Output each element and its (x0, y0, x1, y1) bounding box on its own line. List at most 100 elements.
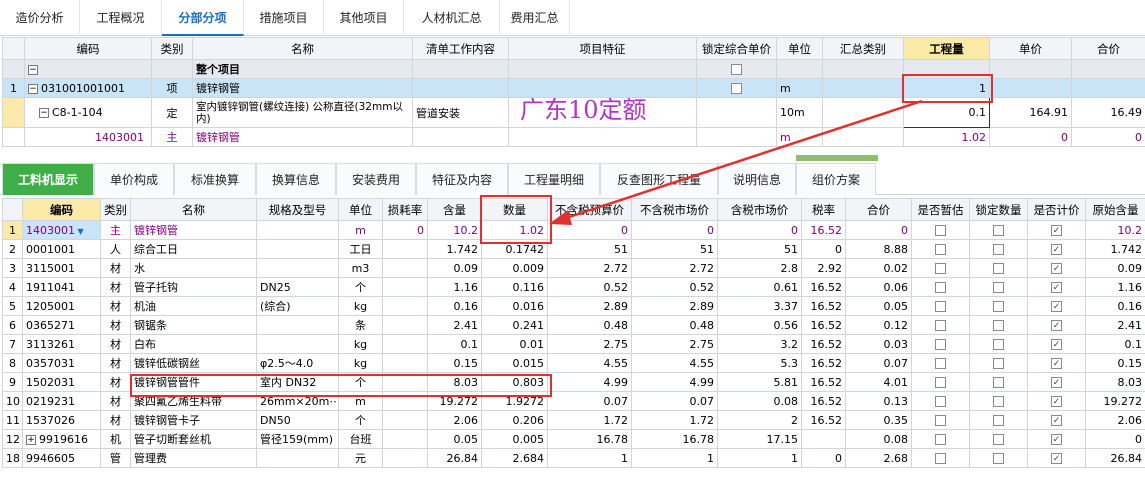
table-row[interactable]: 1403001 主 镀锌钢管 m 1.02 0 0 (2, 127, 1145, 147)
row-lock-quantity[interactable] (969, 429, 1028, 449)
checkbox[interactable] (993, 320, 1004, 331)
checked-checkbox[interactable]: ✓ (1051, 320, 1062, 331)
header-work-content[interactable]: 清单工作内容 (412, 37, 509, 60)
checkbox[interactable] (935, 453, 946, 464)
row-provisional[interactable] (911, 410, 970, 430)
row-content[interactable]: 8.03 (427, 372, 482, 392)
tab-description[interactable]: 说明信息 (718, 163, 796, 195)
checkbox[interactable] (993, 244, 1004, 255)
checkbox[interactable] (993, 282, 1004, 293)
header-quantity[interactable]: 工程量 (903, 37, 990, 60)
header-loss-rate[interactable]: 损耗率 (382, 198, 428, 221)
checkbox[interactable] (935, 225, 946, 236)
table-row[interactable]: 2 0001001 人综合工日 工日 1.742 0.1742 51 51 51 0 8.88 ✓ 1.… (2, 239, 1145, 259)
checked-checkbox[interactable]: ✓ (1051, 415, 1062, 426)
row-priced[interactable]: ✓ (1027, 391, 1086, 411)
tab-features-content[interactable]: 特征及内容 (416, 163, 508, 195)
table-row[interactable]: 1 1403001 ▼ 主镀锌钢管 m 0 10.2 1.02 0 0 0 16.52 0 ✓ 10.2 (2, 220, 1145, 240)
row-content[interactable]: 2.06 (427, 410, 482, 430)
header-total[interactable]: 合价 (845, 198, 912, 221)
header-priced[interactable]: 是否计价 (1027, 198, 1086, 221)
row-lock-quantity[interactable] (969, 315, 1028, 335)
checkbox[interactable] (935, 263, 946, 274)
checkbox[interactable] (935, 415, 946, 426)
dropdown-arrow-icon[interactable]: ▼ (75, 227, 84, 236)
row-priced[interactable]: ✓ (1027, 448, 1086, 468)
header-name[interactable]: 名称 (130, 198, 257, 221)
checked-checkbox[interactable]: ✓ (1051, 225, 1062, 236)
tab-unit-price-composition[interactable]: 单价构成 (94, 163, 174, 195)
row-provisional[interactable] (911, 296, 970, 316)
checkbox[interactable] (993, 434, 1004, 445)
row-content[interactable]: 0.15 (427, 353, 482, 373)
tab-conversion-info[interactable]: 换算信息 (256, 163, 336, 195)
row-priced[interactable]: ✓ (1027, 372, 1086, 392)
row-quantity[interactable]: 0.015 (481, 353, 548, 373)
row-content[interactable]: 2.41 (427, 315, 482, 335)
row-priced[interactable]: ✓ (1027, 258, 1086, 278)
header-lock-quantity[interactable]: 锁定数量 (969, 198, 1028, 221)
row-lock-quantity[interactable] (969, 258, 1028, 278)
header-feature[interactable]: 项目特征 (508, 37, 697, 60)
row-priced[interactable]: ✓ (1027, 315, 1086, 335)
row-content[interactable]: 0.1 (427, 334, 482, 354)
tab-cost-analysis[interactable]: 造价分析 (0, 0, 80, 36)
checked-checkbox[interactable]: ✓ (1051, 358, 1062, 369)
checked-checkbox[interactable]: ✓ (1051, 396, 1062, 407)
checkbox[interactable] (993, 415, 1004, 426)
collapse-icon[interactable]: − (39, 108, 49, 118)
row-lock-quantity[interactable] (969, 353, 1028, 373)
row-lock-quantity[interactable] (969, 220, 1028, 240)
tab-reverse-graphic-quantity[interactable]: 反查图形工程量 (600, 163, 718, 195)
checked-checkbox[interactable]: ✓ (1051, 453, 1062, 464)
row-priced[interactable]: ✓ (1027, 220, 1086, 240)
row-quantity[interactable]: 0.206 (481, 410, 548, 430)
row-priced[interactable]: ✓ (1027, 239, 1086, 259)
row-quantity[interactable]: 1.02 (481, 220, 548, 240)
row-content[interactable]: 0.09 (427, 258, 482, 278)
row-provisional[interactable] (911, 448, 970, 468)
row-quantity[interactable]: 0.241 (481, 315, 548, 335)
table-row[interactable]: 18 9946605 管管理费元 26.84 2.684 1 1 1 0 2.68 ✓ 26.84 (2, 448, 1145, 468)
tab-quantity-detail[interactable]: 工程量明细 (508, 163, 600, 195)
row-quantity[interactable]: 1.9272 (481, 391, 548, 411)
table-row[interactable]: 11 1537026 材镀锌钢管卡子 DN50 个 2.06 0.206 1.72 1.72 2 1… (2, 410, 1145, 430)
header-market-price[interactable]: 不含税市场价 (631, 198, 718, 221)
header-quantity[interactable]: 数量 (481, 198, 548, 221)
checkbox[interactable] (935, 320, 946, 331)
header-content[interactable]: 含量 (427, 198, 482, 221)
checked-checkbox[interactable]: ✓ (1051, 377, 1062, 388)
checked-checkbox[interactable]: ✓ (1051, 301, 1062, 312)
row-priced[interactable]: ✓ (1027, 353, 1086, 373)
checked-checkbox[interactable]: ✓ (1051, 244, 1062, 255)
header-code[interactable]: 编码 (24, 37, 152, 60)
checkbox[interactable] (993, 339, 1004, 350)
row-priced[interactable]: ✓ (1027, 296, 1086, 316)
table-row[interactable]: − 整个项目 (2, 59, 1145, 79)
row-content[interactable]: 0.16 (427, 296, 482, 316)
header-original-content[interactable]: 原始含量 (1085, 198, 1145, 221)
row-quantity[interactable]: 0.803 (481, 372, 548, 392)
header-type[interactable]: 类别 (100, 198, 131, 221)
checked-checkbox[interactable]: ✓ (1051, 339, 1062, 350)
table-row[interactable]: 4 1911041 材管子托钩 DN25 个 1.16 0.116 0.52 0.52 0.61 1… (2, 277, 1145, 297)
row-priced[interactable]: ✓ (1027, 334, 1086, 354)
row-provisional[interactable] (911, 391, 970, 411)
row-quantity[interactable]: 0.01 (481, 334, 548, 354)
row-lock-quantity[interactable] (969, 372, 1028, 392)
row-lock-quantity[interactable] (969, 448, 1028, 468)
checkbox[interactable] (935, 396, 946, 407)
row-lock-quantity[interactable] (969, 296, 1028, 316)
row-priced[interactable]: ✓ (1027, 429, 1086, 449)
checkbox[interactable] (935, 434, 946, 445)
table-row[interactable]: 6 0365271 材钢锯条条 2.41 0.241 0.48 0.48 0.56 16.52 0… (2, 315, 1145, 335)
header-type[interactable]: 类别 (151, 37, 193, 60)
tab-install-fee[interactable]: 安装费用 (336, 163, 416, 195)
row-quantity[interactable]: 0.016 (481, 296, 548, 316)
table-row[interactable]: 12 +9919616 机管子切断套丝机 管径159(mm) 台班 0.05 0.005 16… (2, 429, 1145, 449)
header-lock-price[interactable]: 锁定综合单价 (696, 37, 777, 60)
row-content[interactable]: 19.272 (427, 391, 482, 411)
row-quantity[interactable]: 1.02 (903, 127, 990, 147)
table-row[interactable]: 9 1502031 材镀锌钢管管件 室内 DN32 个 8.03 0.803 4.99 4.99… (2, 372, 1145, 392)
header-provisional[interactable]: 是否暂估 (911, 198, 970, 221)
